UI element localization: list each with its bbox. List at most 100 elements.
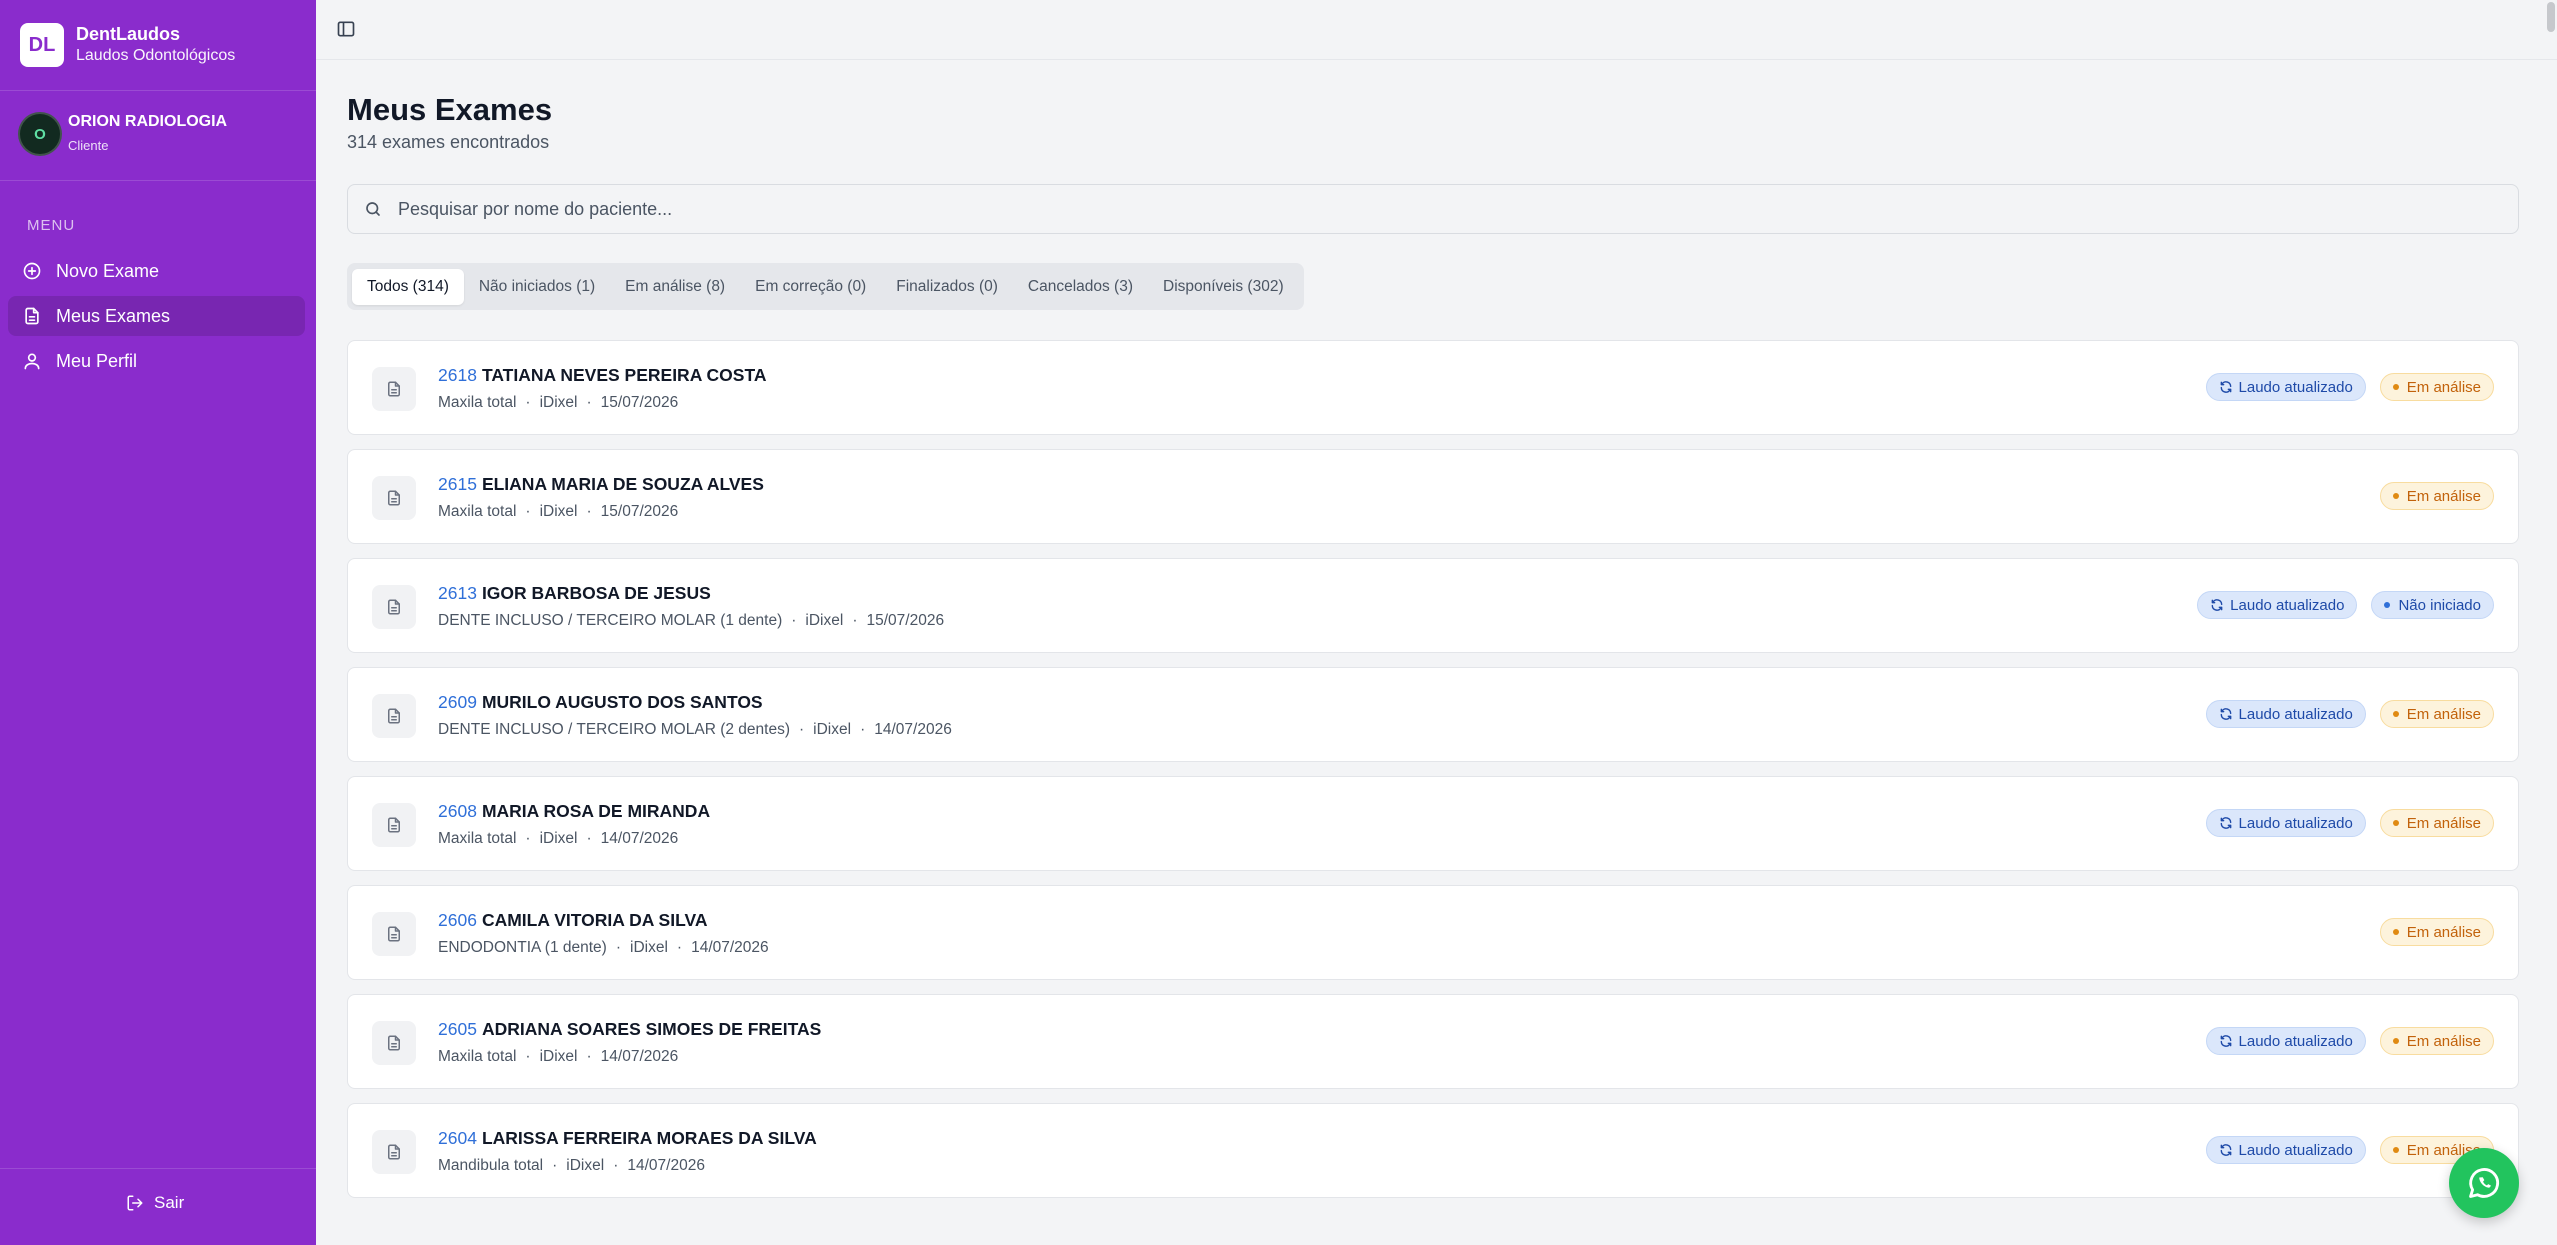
plus-circle-icon	[23, 262, 41, 280]
updated-badge-label: Laudo atualizado	[2230, 596, 2345, 614]
refresh-icon	[2211, 599, 2223, 611]
exam-row[interactable]: 2618 TATIANA NEVES PEREIRA COSTA Maxila to…	[347, 340, 2519, 435]
exam-date: 14/07/2026	[600, 1048, 679, 1065]
sidebar-item-meus-exames[interactable]: Meus Exames	[8, 296, 305, 336]
exam-meta: Maxila total · iDixel · 14/07/2026	[438, 830, 679, 847]
exam-title: 2613 IGOR BARBOSA DE JESUS	[438, 583, 711, 604]
status-badge-label: Em análise	[2406, 814, 2481, 832]
exam-device: iDixel	[539, 1048, 578, 1065]
exam-id: 2613	[438, 583, 477, 603]
updated-badge: Laudo atualizado	[2205, 1027, 2366, 1055]
tab-finalizados[interactable]: Finalizados (0)	[881, 269, 1013, 305]
user-name: ORION RADIOLOGIA	[68, 113, 228, 130]
sidebar-divider	[0, 90, 316, 91]
user-role: Cliente	[68, 138, 109, 153]
exam-type: DENTE INCLUSO / TERCEIRO MOLAR (2 dentes…	[438, 721, 790, 738]
brand-logo: DL	[20, 23, 64, 67]
patient-name: IGOR BARBOSA DE JESUS	[481, 583, 711, 603]
search-bar	[347, 184, 2519, 234]
exam-device: iDixel	[539, 503, 578, 520]
status-badge: Em análise	[2379, 373, 2494, 401]
status-badge-label: Em análise	[2406, 378, 2481, 396]
exam-row[interactable]: 2615 ELIANA MARIA DE SOUZA ALVES Maxila to…	[347, 449, 2519, 544]
scrollbar[interactable]	[2547, 2, 2555, 32]
exam-title: 2606 CAMILA VITORIA DA SILVA	[438, 910, 708, 931]
whatsapp-button[interactable]	[2449, 1148, 2519, 1218]
refresh-icon	[2220, 817, 2231, 829]
exam-icon	[372, 476, 416, 520]
status-badge: Em análise	[2379, 1027, 2494, 1055]
patient-name: MARIA ROSA DE MIRANDA	[481, 801, 711, 821]
exam-row[interactable]: 2605 ADRIANA SOARES SIMOES DE FREITAS Maxi…	[347, 994, 2519, 1089]
tab-cancelados[interactable]: Cancelados (3)	[1013, 269, 1148, 305]
status-badge-label: Em análise	[2406, 1032, 2481, 1050]
exam-id: 2605	[438, 1019, 477, 1039]
document-icon	[388, 926, 400, 942]
brand: DL DentLaudos Laudos Odontológicos	[20, 23, 235, 67]
updated-badge-label: Laudo atualizado	[2238, 1032, 2353, 1050]
updated-badge: Laudo atualizado	[2205, 1136, 2366, 1164]
avatar: O	[18, 112, 62, 156]
status-badge: Em análise	[2379, 918, 2494, 946]
exam-row[interactable]: 2604 LARISSA FERREIRA MORAES DA SILVA Mand…	[347, 1103, 2519, 1198]
exam-date: 15/07/2026	[600, 394, 679, 411]
sidebar-item-novo-exame[interactable]: Novo Exame	[8, 251, 305, 291]
status-tabs: Todos (314) Não iniciados (1) Em análise…	[347, 263, 1304, 310]
status-dot	[2392, 384, 2399, 390]
updated-badge-label: Laudo atualizado	[2238, 814, 2353, 832]
tab-em-analise[interactable]: Em análise (8)	[610, 269, 740, 305]
exam-badges: Em análise	[2366, 918, 2494, 946]
document-icon	[388, 381, 400, 397]
logout-icon	[127, 1195, 143, 1211]
sidebar-divider	[0, 180, 316, 181]
user-icon	[24, 353, 40, 370]
topbar	[316, 0, 2557, 60]
refresh-icon	[2220, 1144, 2231, 1156]
exam-meta: Maxila total · iDixel · 14/07/2026	[438, 1048, 679, 1065]
tab-em-correcao[interactable]: Em correção (0)	[740, 269, 881, 305]
patient-name: ELIANA MARIA DE SOUZA ALVES	[481, 474, 764, 494]
patient-name: MURILO AUGUSTO DOS SANTOS	[481, 692, 763, 712]
tab-todos[interactable]: Todos (314)	[352, 268, 464, 305]
document-icon	[388, 708, 400, 724]
exam-icon	[372, 367, 416, 411]
status-badge: Em análise	[2379, 700, 2494, 728]
exam-date: 14/07/2026	[874, 721, 952, 738]
exam-meta: ENDODONTIA (1 dente) · iDixel · 14/07/2026	[438, 939, 769, 956]
exam-row[interactable]: 2613 IGOR BARBOSA DE JESUS DENTE INCLUSO /…	[347, 558, 2519, 653]
exam-device: iDixel	[539, 830, 578, 847]
updated-badge: Laudo atualizado	[2205, 700, 2366, 728]
search-input[interactable]	[396, 197, 2396, 221]
menu-label: MENU	[27, 217, 76, 234]
exam-row[interactable]: 2606 CAMILA VITORIA DA SILVA ENDODONTIA (1…	[347, 885, 2519, 980]
status-dot	[2392, 711, 2399, 717]
updated-badge: Laudo atualizado	[2205, 809, 2366, 837]
refresh-icon	[2220, 708, 2231, 720]
document-icon	[388, 817, 400, 833]
search-icon	[366, 202, 380, 216]
exam-type: Maxila total	[438, 503, 517, 520]
tab-disponiveis[interactable]: Disponíveis (302)	[1148, 269, 1299, 305]
logout-label: Sair	[154, 1193, 185, 1212]
exam-date: 14/07/2026	[627, 1157, 705, 1174]
updated-badge: Laudo atualizado	[2205, 373, 2366, 401]
exam-type: Maxila total	[438, 1048, 517, 1065]
tab-nao-iniciados[interactable]: Não iniciados (1)	[464, 269, 610, 305]
exam-type: Maxila total	[438, 830, 517, 847]
exam-row[interactable]: 2609 MURILO AUGUSTO DOS SANTOS DENTE INCLU…	[347, 667, 2519, 762]
exam-icon	[372, 912, 416, 956]
sidebar-item-meu-perfil[interactable]: Meu Perfil	[8, 341, 305, 381]
sidebar-toggle-icon	[337, 21, 355, 37]
exam-type: Maxila total	[438, 394, 517, 411]
exam-device: iDixel	[813, 721, 852, 738]
refresh-icon	[2220, 1035, 2231, 1047]
exam-title: 2609 MURILO AUGUSTO DOS SANTOS	[438, 692, 763, 713]
patient-name: LARISSA FERREIRA MORAES DA SILVA	[481, 1128, 817, 1148]
brand-subtitle: Laudos Odontológicos	[76, 47, 236, 64]
exam-id: 2615	[438, 474, 477, 494]
exam-device: iDixel	[566, 1157, 605, 1174]
status-badge-label: Em análise	[2406, 487, 2481, 505]
logout-button[interactable]: Sair	[126, 1193, 184, 1213]
exam-row[interactable]: 2608 MARIA ROSA DE MIRANDA Maxila total · iD…	[347, 776, 2519, 871]
sidebar-toggle-button[interactable]	[336, 19, 358, 41]
